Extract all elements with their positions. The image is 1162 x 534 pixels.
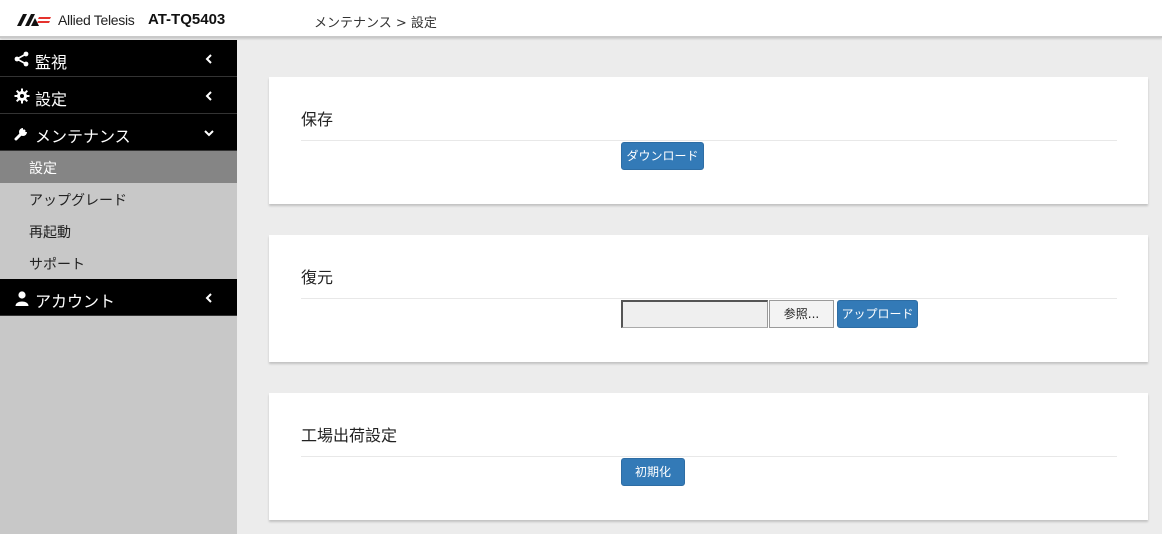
chevron-left-icon	[205, 91, 212, 101]
wrench-icon	[14, 128, 27, 141]
sidebar-item-label: 設定	[35, 90, 68, 109]
upload-button[interactable]: アップロード	[837, 300, 918, 328]
sidebar-item-account[interactable]: アカウント	[0, 279, 237, 316]
browse-button[interactable]: 参照...	[769, 300, 834, 328]
sidebar-subitem-upgrade[interactable]: アップグレード	[0, 183, 237, 215]
factory-reset-button[interactable]: 初期化	[621, 458, 685, 486]
device-model: AT-TQ5403	[148, 11, 226, 28]
sidebar-item-label: メンテナンス	[35, 127, 131, 146]
divider	[301, 298, 1117, 299]
divider	[301, 140, 1117, 141]
sidebar: 監視 設定 メンテナンス 設定 アップグレード 再起動 サポート アカウント	[0, 40, 237, 534]
sidebar-item-maintenance[interactable]: メンテナンス	[0, 114, 237, 151]
divider	[301, 456, 1117, 457]
sidebar-item-settings[interactable]: 設定	[0, 77, 237, 114]
chevron-left-icon	[205, 54, 212, 64]
sidebar-subitem-label: アップグレード	[29, 193, 127, 209]
panel-title: 復元	[301, 268, 334, 287]
sidebar-item-label: アカウント	[35, 292, 116, 311]
brand-logo: Allied Telesis	[17, 12, 135, 28]
sidebar-item-label: 監視	[35, 53, 68, 72]
breadcrumb: メンテナンス > 設定	[314, 16, 437, 31]
factory-reset-panel: 工場出荷設定 初期化	[269, 393, 1148, 520]
chevron-down-icon	[204, 130, 214, 137]
sidebar-subitem-label: 設定	[29, 161, 57, 177]
gear-icon	[14, 88, 30, 104]
user-icon	[15, 291, 29, 306]
share-icon	[14, 51, 29, 67]
sidebar-subitem-label: サポート	[29, 257, 85, 273]
panel-title: 工場出荷設定	[301, 426, 398, 445]
panel-title: 保存	[301, 110, 334, 129]
sidebar-subitem-config[interactable]: 設定	[0, 151, 237, 183]
brand-name: Allied Telesis	[58, 12, 135, 28]
sidebar-item-monitor[interactable]: 監視	[0, 40, 237, 77]
sidebar-subitem-label: 再起動	[29, 225, 71, 241]
save-panel: 保存 ダウンロード	[269, 77, 1148, 204]
sidebar-subitem-support[interactable]: サポート	[0, 247, 237, 279]
download-button[interactable]: ダウンロード	[621, 142, 704, 170]
sidebar-subitem-reboot[interactable]: 再起動	[0, 215, 237, 247]
file-path-input[interactable]	[621, 300, 768, 328]
top-header: Allied Telesis AT-TQ5403 メンテナンス > 設定	[0, 0, 1162, 38]
allied-telesis-logo-icon	[17, 14, 51, 26]
chevron-left-icon	[205, 293, 212, 303]
restore-panel: 復元 参照... アップロード	[269, 235, 1148, 362]
